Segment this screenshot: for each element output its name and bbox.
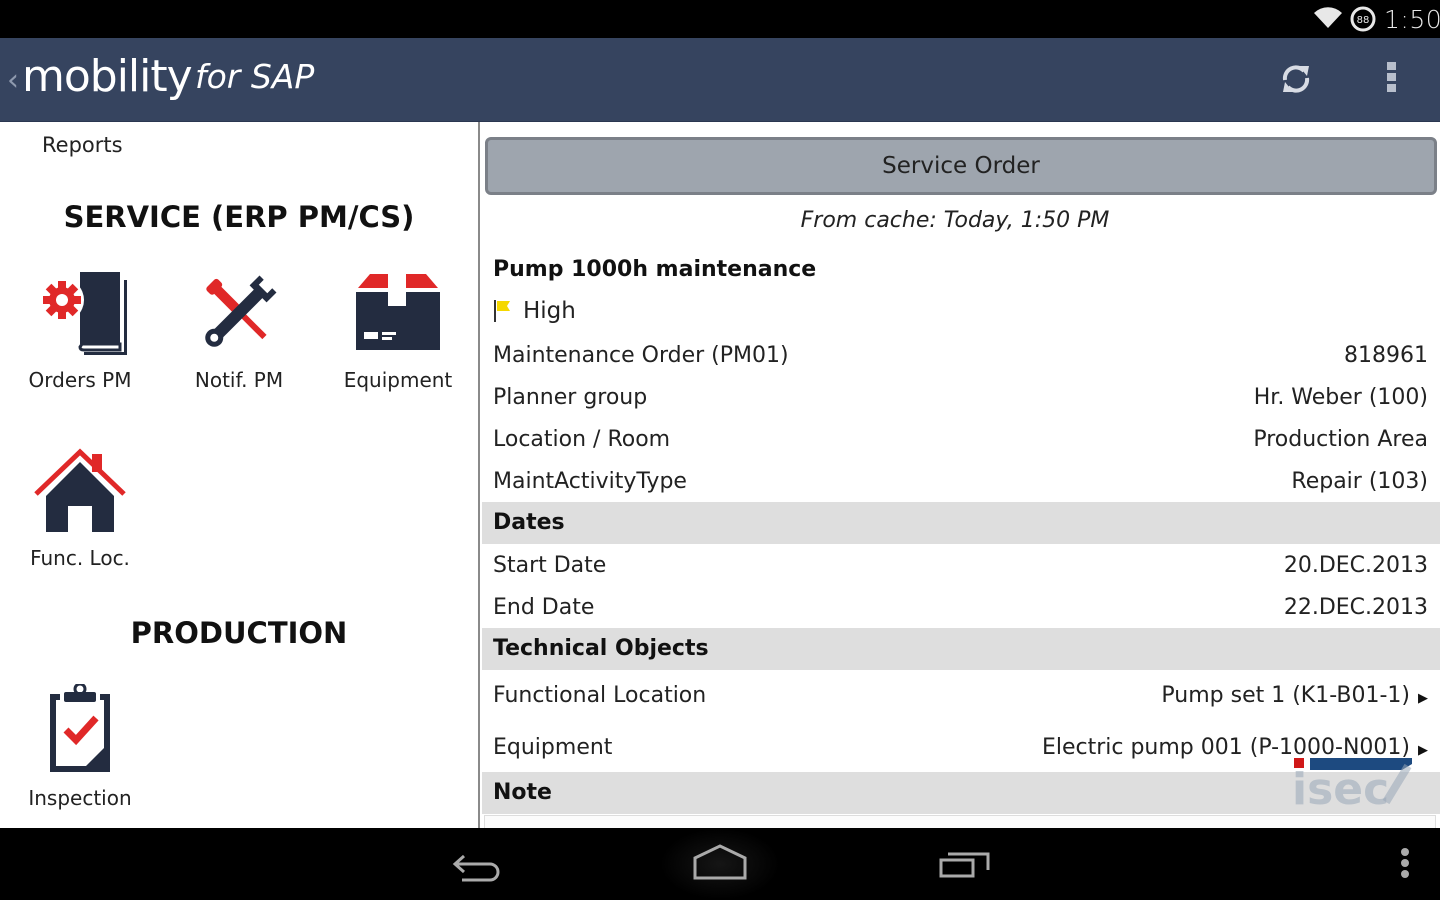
battery-circle-icon: 88 [1350, 6, 1376, 32]
field-row-activity-type: MaintActivityType Repair (103) [482, 460, 1440, 502]
yellow-flag-icon [494, 300, 510, 322]
tile-label: Notif. PM [194, 368, 284, 392]
priority-label: High [523, 298, 576, 324]
chevron-right-icon: ▶ [1418, 690, 1428, 706]
field-label: End Date [493, 594, 595, 620]
field-row-maintenance-order: Maintenance Order (PM01) 818961 [482, 334, 1440, 376]
tile-func-loc[interactable]: Func. Loc. [0, 448, 160, 570]
field-label: Start Date [493, 552, 607, 578]
isec-logo-text: isec [1292, 764, 1389, 812]
refresh-icon[interactable] [1277, 60, 1315, 98]
overflow-menu-icon[interactable] [1384, 62, 1398, 98]
field-value: Production Area [1253, 426, 1428, 452]
field-label: Planner group [493, 384, 648, 410]
orders-gear-book-icon [40, 272, 127, 355]
field-value: 20.DEC.2013 [1283, 552, 1428, 578]
app-logo: mobility [22, 51, 193, 102]
functional-location-value: Pump set 1 (K1-B01-1) [1161, 682, 1410, 708]
reports-link[interactable]: Reports [42, 133, 123, 157]
clipboard-check-icon [50, 684, 110, 772]
field-value: Hr. Weber (100) [1253, 384, 1428, 410]
field-value: 818961 [1344, 342, 1428, 368]
home-outline-icon[interactable] [692, 842, 748, 886]
cache-timestamp: From cache: Today, 1:50 PM [800, 208, 1110, 233]
service-order-button[interactable]: Service Order [485, 137, 1437, 195]
field-value: Pump set 1 (K1-B01-1) ▶ [1161, 683, 1428, 708]
tile-label: Equipment [343, 368, 453, 392]
tile-label: Func. Loc. [30, 546, 130, 570]
order-title: Pump 1000h maintenance [493, 257, 817, 282]
field-row-location-room: Location / Room Production Area [482, 418, 1440, 460]
field-label: Equipment [493, 734, 613, 760]
up-chevron-icon[interactable]: ‹ [7, 63, 19, 98]
clock: 1:50 [1384, 5, 1440, 34]
service-order-detail: Service Order From cache: Today, 1:50 PM… [482, 122, 1440, 828]
tile-label: Inspection [28, 786, 132, 810]
back-arrow-icon[interactable] [450, 842, 504, 886]
status-bar: 88 1:50 [0, 0, 1440, 38]
module-launcher: Reports SERVICE (ERP PM/CS) Orders PM No… [0, 122, 480, 828]
field-value: Repair (103) [1291, 468, 1428, 494]
field-label: Location / Room [493, 426, 671, 452]
wrench-screwdriver-icon [205, 275, 277, 347]
section-title-service: SERVICE (ERP PM/CS) [63, 200, 415, 234]
field-row-functional-location[interactable]: Functional Location Pump set 1 (K1-B01-1… [482, 674, 1440, 716]
section-header-dates: Dates [482, 502, 1440, 544]
field-label: MaintActivityType [493, 468, 687, 494]
app-logo-suffix: for SAP [195, 57, 315, 96]
field-row-planner-group: Planner group Hr. Weber (100) [482, 376, 1440, 418]
recent-apps-icon[interactable] [938, 842, 992, 886]
field-label: Functional Location [493, 682, 707, 708]
field-row-end-date: End Date 22.DEC.2013 [482, 586, 1440, 628]
tile-label: Orders PM [28, 368, 132, 392]
field-label: Maintenance Order (PM01) [493, 342, 789, 368]
field-row-start-date: Start Date 20.DEC.2013 [482, 544, 1440, 586]
section-title-production: PRODUCTION [130, 616, 348, 650]
field-value: 22.DEC.2013 [1283, 594, 1428, 620]
wifi-icon [1314, 7, 1342, 29]
package-box-icon [356, 274, 440, 350]
tile-notif-pm[interactable]: Notif. PM [159, 270, 319, 392]
system-nav-bar [0, 828, 1440, 900]
house-icon [34, 448, 126, 532]
battery-level: 88 [1357, 15, 1370, 26]
content-area: Reports SERVICE (ERP PM/CS) Orders PM No… [0, 122, 1440, 828]
menu-dots-icon[interactable] [1396, 842, 1414, 886]
isec-logo-watermark: isec [1292, 758, 1412, 812]
priority-indicator: High [493, 298, 576, 324]
action-bar: ‹ mobility for SAP [0, 38, 1440, 122]
tile-inspection[interactable]: Inspection [0, 684, 160, 810]
tile-orders-pm[interactable]: Orders PM [0, 270, 160, 392]
tile-equipment[interactable]: Equipment [318, 270, 478, 392]
section-header-technical-objects: Technical Objects [482, 628, 1440, 670]
note-field[interactable] [484, 815, 1436, 828]
